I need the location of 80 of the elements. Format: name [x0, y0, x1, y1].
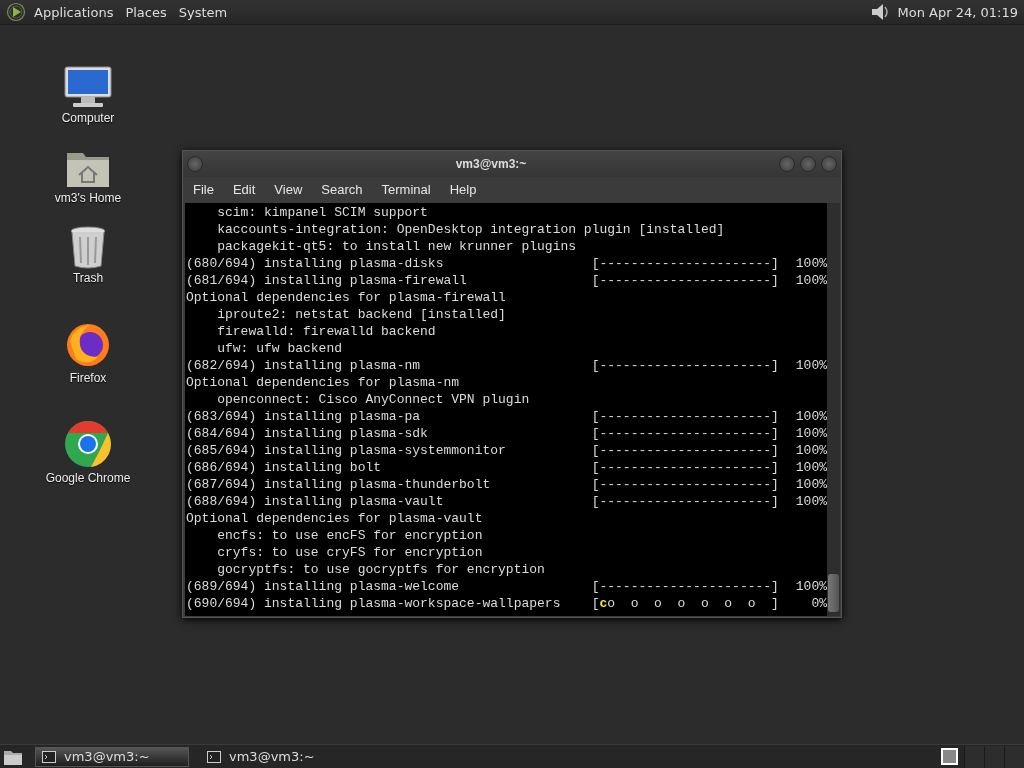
progress-bar-text: [----------------------]: [591, 477, 779, 492]
percent-text: 100%: [794, 255, 827, 272]
minimize-button[interactable]: [779, 156, 795, 172]
monitor-icon[interactable]: [63, 65, 113, 109]
progress-bar-text: [----------------------]: [591, 358, 779, 373]
percent-text: 100%: [794, 442, 827, 459]
percent-text: 100%: [794, 425, 827, 442]
taskbar-button[interactable]: vm3@vm3:~: [35, 746, 189, 767]
desktop-icon-label[interactable]: vm3's Home: [54, 191, 122, 205]
terminal-line: encfs: to use encFS for encryption: [216, 527, 484, 544]
menu-item[interactable]: View: [274, 181, 303, 197]
browser-circle-icon[interactable]: [63, 419, 113, 469]
speaker-icon[interactable]: [869, 1, 890, 23]
percent-text: 100%: [794, 272, 827, 289]
progress-bar-text: [----------------------]: [591, 494, 779, 509]
menu-item[interactable]: Edit: [232, 181, 256, 197]
menu-item[interactable]: File: [193, 181, 214, 197]
browser-globe-icon[interactable]: [64, 321, 112, 369]
progress-bar-text: [----------------------]: [591, 426, 779, 441]
terminal-line: (682/694) installing plasma-nm: [186, 357, 422, 374]
progress-bar-text: o o o o o o o ]: [607, 596, 779, 611]
menu-item[interactable]: Terminal: [381, 181, 431, 197]
terminal-line: cryfs: to use cryFS for encryption: [216, 544, 484, 561]
terminal-line: (680/694) installing plasma-disks: [186, 255, 445, 272]
progress-bar-text: [----------------------]: [591, 579, 779, 594]
progress-bar-text: [----------------------]: [591, 273, 779, 288]
terminal-line: openconnect: Cisco AnyConnect VPN plugin: [216, 391, 531, 408]
terminal-line: (684/694) installing plasma-sdk: [186, 425, 429, 442]
percent-text: 100%: [794, 408, 827, 425]
terminal-line: (689/694) installing plasma-welcome: [186, 578, 461, 595]
terminal-icon: [207, 750, 221, 763]
progress-bar-text: [----------------------]: [591, 460, 779, 475]
percent-text: 100%: [794, 459, 827, 476]
maximize-button[interactable]: [800, 156, 816, 172]
terminal-line: kaccounts-integration: OpenDesktop integration plugin [installed]: [216, 221, 726, 238]
percent-text: 100%: [794, 476, 827, 493]
window-title: vm3@vm3:~: [454, 157, 528, 171]
terminal-line: (685/694) installing plasma-systemmonitor: [186, 442, 507, 459]
panel-menu[interactable]: Places: [125, 4, 167, 20]
progress-bar-text: [----------------------]: [591, 409, 779, 424]
terminal-line: ufw: ufw backend: [216, 340, 344, 357]
taskbar-button[interactable]: vm3@vm3:~: [201, 746, 355, 767]
trash-icon[interactable]: [69, 225, 107, 269]
progress-bar-text: [: [591, 596, 600, 611]
progress-cursor: c: [599, 596, 608, 611]
menu-item[interactable]: Search: [321, 181, 363, 197]
terminal-line: iproute2: netstat backend [installed]: [216, 306, 507, 323]
terminal-line: (683/694) installing plasma-pa: [186, 408, 422, 425]
terminal-line: Optional dependencies for plasma-firewall: [186, 289, 507, 306]
terminal-line: Optional dependencies for plasma-vault: [186, 510, 484, 527]
panel-menu[interactable]: System: [178, 4, 228, 20]
terminal-icon: [42, 750, 56, 763]
terminal-line: (687/694) installing plasma-thunderbolt: [186, 476, 492, 493]
terminal-line: gocryptfs: to use gocryptfs for encryption: [216, 561, 546, 578]
scrollbar[interactable]: [827, 203, 840, 616]
progress-bar-text: [----------------------]: [591, 443, 779, 458]
percent-text: 0%: [810, 595, 827, 612]
progress-bar-text: [----------------------]: [591, 256, 779, 271]
terminal-line: (681/694) installing plasma-firewall: [186, 272, 468, 289]
panel-menu[interactable]: Applications: [34, 4, 114, 20]
terminal-line: Optional dependencies for plasma-nm: [186, 374, 461, 391]
workspace-switcher[interactable]: [941, 748, 958, 765]
percent-text: 100%: [794, 357, 827, 374]
desktop-icon-label[interactable]: Google Chrome: [45, 471, 131, 485]
terminal-line: scim: kimpanel SCIM support: [216, 204, 429, 221]
close-button[interactable]: [821, 156, 837, 172]
terminal-line: packagekit-qt5: to install new krunner plugins: [216, 238, 578, 255]
desktop-icon-label[interactable]: Trash: [72, 271, 104, 285]
clock[interactable]: Mon Apr 24, 01:19: [897, 4, 1018, 20]
desktop-icon-label[interactable]: Firefox: [69, 371, 107, 385]
terminal-line: (690/694) installing plasma-workspace-wallpapers: [186, 595, 562, 612]
window-menu-button[interactable]: [187, 156, 203, 172]
menu-item[interactable]: Help: [449, 181, 477, 197]
terminal-line: (688/694) installing plasma-vault: [186, 493, 445, 510]
percent-text: 100%: [794, 578, 827, 595]
percent-text: 100%: [794, 493, 827, 510]
terminal-line: (686/694) installing bolt: [186, 459, 383, 476]
menu-logo-icon[interactable]: [6, 2, 26, 22]
desktop-icon-label[interactable]: Computer: [61, 111, 115, 125]
terminal-line: firewalld: firewalld backend: [216, 323, 437, 340]
